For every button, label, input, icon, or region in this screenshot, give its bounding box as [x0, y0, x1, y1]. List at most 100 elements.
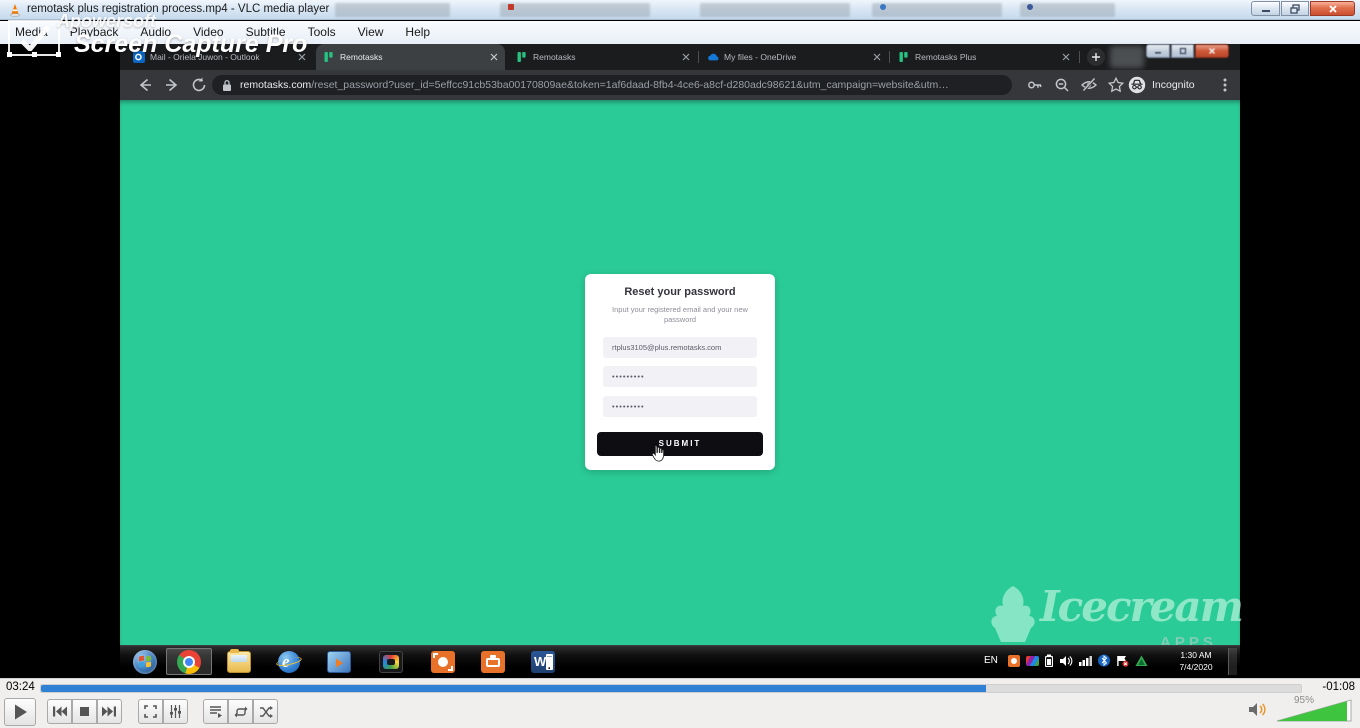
tab-close-icon[interactable]: [1062, 53, 1070, 61]
menu-subtitle[interactable]: Subtitle: [235, 21, 297, 44]
visibility-off-icon[interactable]: [1080, 76, 1098, 94]
taskbar-clock[interactable]: 1:30 AM 7/4/2020: [1168, 649, 1224, 673]
ghost-blur: [1110, 46, 1144, 68]
incognito-badge: Incognito: [1128, 74, 1195, 96]
play-button[interactable]: [4, 698, 36, 726]
taskbar-wmp-button[interactable]: [316, 648, 362, 675]
language-indicator[interactable]: EN: [984, 655, 998, 666]
url-bar[interactable]: remotasks.com/reset_password?user_id=5ef…: [212, 75, 1012, 95]
tab-label: Remotasks Plus: [915, 52, 1057, 62]
taskbar-ie-button[interactable]: e: [266, 648, 312, 675]
battery-icon[interactable]: [1045, 654, 1053, 667]
taskbar-explorer-button[interactable]: [216, 648, 262, 675]
word-icon: W .: [531, 651, 555, 673]
ghost-tab: [500, 3, 650, 17]
menu-kebab-icon[interactable]: [1216, 76, 1234, 94]
previous-button[interactable]: [47, 699, 72, 724]
submit-button[interactable]: SUBMIT: [597, 432, 763, 456]
browser-toolbar: remotasks.com/reset_password?user_id=5ef…: [120, 70, 1240, 100]
tab-remotasks[interactable]: Remotasks: [509, 44, 697, 70]
system-tray: [1008, 654, 1148, 667]
minimize-button[interactable]: [1251, 1, 1280, 16]
start-button[interactable]: [122, 648, 168, 675]
tab-onedrive[interactable]: My files - OneDrive: [700, 44, 888, 70]
taskbar-capture-button[interactable]: [420, 648, 466, 675]
playlist-button[interactable]: [203, 699, 228, 724]
confirm-password-field[interactable]: •••••••••: [603, 396, 757, 417]
outlook-icon: [133, 51, 145, 63]
network-signal-icon[interactable]: [1079, 655, 1092, 666]
tab-remotasks-active[interactable]: Remotasks: [316, 44, 505, 70]
incognito-label: Incognito: [1152, 79, 1195, 91]
loop-button[interactable]: [228, 699, 253, 724]
new-tab-button[interactable]: [1087, 48, 1105, 66]
tab-close-icon[interactable]: [682, 53, 690, 61]
menu-view[interactable]: View: [347, 21, 395, 44]
vlc-control-panel: 03:24 -01:08 95: [0, 678, 1360, 728]
tab-label: My files - OneDrive: [724, 52, 868, 62]
menu-media[interactable]: Media: [4, 21, 59, 44]
restore-button[interactable]: [1281, 1, 1309, 16]
menu-playback[interactable]: Playback: [59, 21, 130, 44]
taskbar-recorder-button[interactable]: [368, 648, 414, 675]
tab-separator: [1079, 51, 1080, 63]
ghost-favicon: [1027, 4, 1033, 10]
tab-close-icon[interactable]: [490, 53, 498, 61]
show-desktop-button[interactable]: [1228, 648, 1237, 675]
camera-icon: [481, 651, 505, 673]
vlc-window: remotask plus registration process.mp4 -…: [0, 0, 1360, 728]
windows-taskbar: e: [120, 645, 1240, 676]
back-button[interactable]: [136, 76, 154, 94]
taskbar-camera-button[interactable]: [470, 648, 516, 675]
menu-audio[interactable]: Audio: [129, 21, 182, 44]
remotasks-icon: [323, 51, 335, 63]
taskbar-chrome-button[interactable]: [166, 648, 212, 675]
capture-tray-icon[interactable]: [1008, 655, 1020, 667]
equalizer-button[interactable]: [163, 699, 188, 724]
next-button[interactable]: [97, 699, 122, 724]
key-icon[interactable]: [1026, 76, 1044, 94]
bluetooth-icon[interactable]: [1098, 654, 1110, 667]
tab-close-icon[interactable]: [873, 53, 881, 61]
shuffle-button[interactable]: [253, 699, 278, 724]
taskbar-word-button[interactable]: W .: [520, 648, 566, 675]
menu-tools[interactable]: Tools: [297, 21, 347, 44]
vlc-cone-icon: [8, 3, 22, 17]
tab-remotasks-plus[interactable]: Remotasks Plus: [891, 44, 1077, 70]
ghost-tab: [335, 3, 450, 17]
email-field[interactable]: rtplus3105@plus.remotasks.com: [603, 337, 757, 358]
wmp-icon: [327, 651, 351, 673]
forward-button[interactable]: [163, 76, 181, 94]
reload-button[interactable]: [190, 76, 208, 94]
tab-close-icon[interactable]: [298, 53, 306, 61]
tab-outlook-mail[interactable]: Mail - Oriela Juwon - Outlook: [126, 44, 313, 70]
seek-bar-fill: [41, 685, 986, 692]
remotasks-icon: [516, 51, 528, 63]
remaining-time: -01:08: [1322, 681, 1355, 693]
fullscreen-button[interactable]: [138, 699, 163, 724]
ghost-tab: [872, 3, 1002, 17]
recorder-icon: [379, 651, 403, 673]
stop-button[interactable]: [72, 699, 97, 724]
photos-tray-icon[interactable]: [1026, 656, 1039, 666]
vlc-menu-bar: Media Playback Audio Video Subtitle Tool…: [0, 21, 1360, 44]
volume-tray-icon[interactable]: [1059, 655, 1073, 667]
tab-separator: [698, 51, 699, 63]
star-icon[interactable]: [1107, 76, 1125, 94]
page-title: Reset your password: [585, 286, 775, 298]
close-button[interactable]: [1310, 1, 1355, 16]
nvidia-tray-icon[interactable]: [1135, 655, 1148, 667]
explorer-icon: [227, 651, 251, 673]
menu-help[interactable]: Help: [394, 21, 441, 44]
elapsed-time: 03:24: [6, 681, 35, 693]
speaker-icon[interactable]: [1248, 701, 1268, 718]
seek-bar[interactable]: [40, 684, 1302, 693]
zoom-icon[interactable]: [1053, 76, 1071, 94]
menu-video[interactable]: Video: [182, 21, 234, 44]
new-password-field[interactable]: •••••••••: [603, 366, 757, 387]
url-text: remotasks.com/reset_password?user_id=5ef…: [240, 79, 949, 91]
vlc-title-bar[interactable]: remotask plus registration process.mp4 -…: [0, 0, 1360, 20]
url-host: remotasks.com: [240, 79, 311, 91]
chrome-icon: [177, 650, 201, 674]
action-center-icon[interactable]: [1116, 655, 1129, 667]
